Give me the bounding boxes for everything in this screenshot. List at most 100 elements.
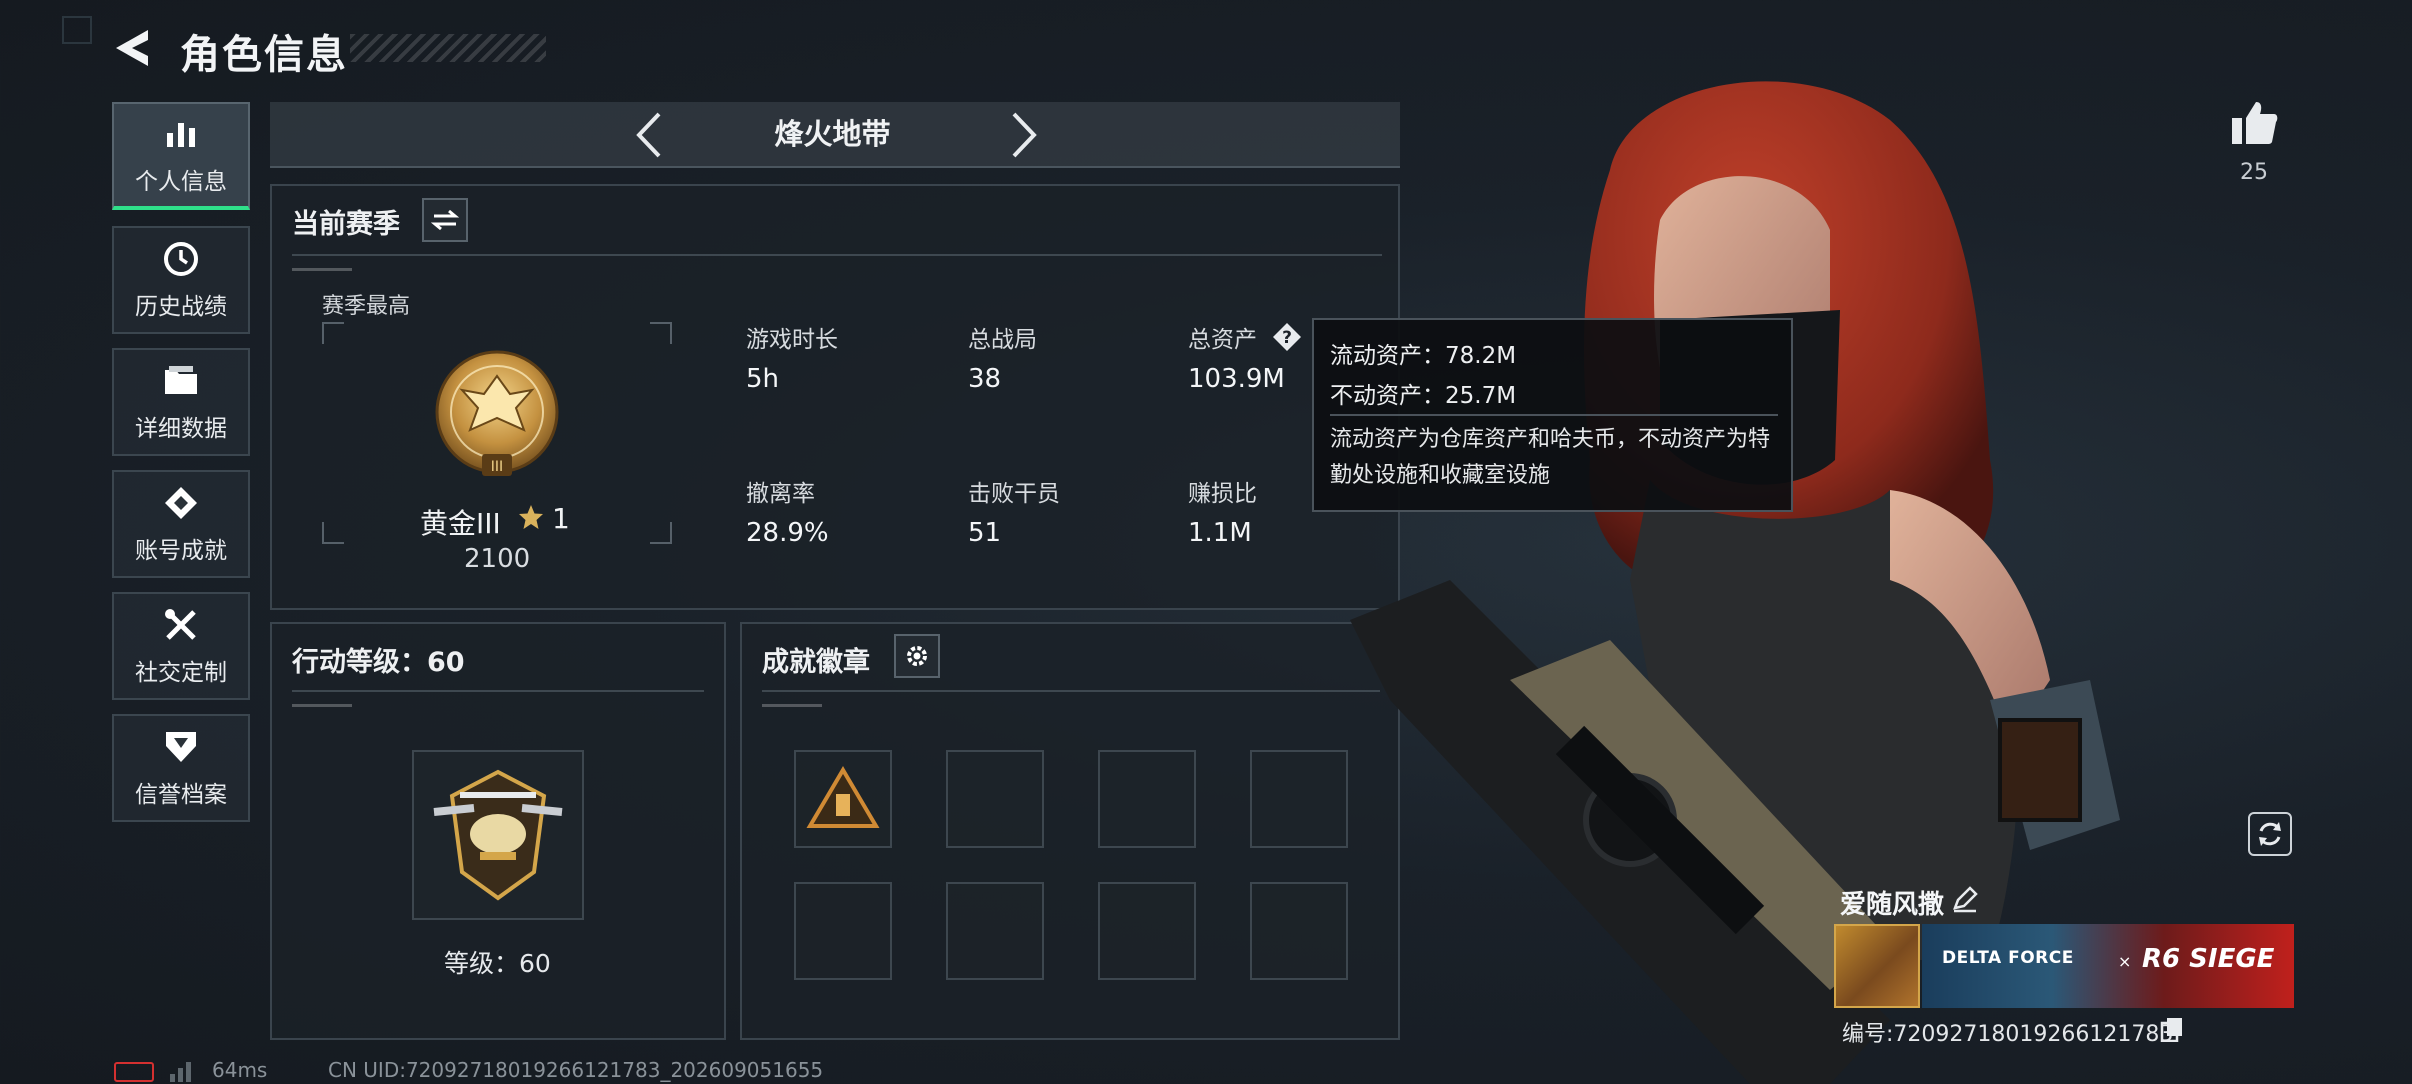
helicopter-emblem-icon (433, 769, 563, 901)
banner-collab-name: R6 SIEGE (2142, 944, 2275, 974)
bar-chart-icon (161, 114, 201, 154)
ping-readout: 64ms (212, 1058, 268, 1082)
achievements-title: 成就徽章 (762, 647, 870, 678)
shield-chevron-icon (161, 727, 201, 767)
sidebar-item-personal-info[interactable]: 个人信息 (112, 102, 250, 210)
badge-settings-button[interactable] (894, 634, 940, 678)
signal-icon (168, 1058, 198, 1082)
badge-slot[interactable] (794, 882, 892, 980)
player-id: 编号:7209271801926612178​3 (1842, 1022, 2174, 1047)
sidebar-item-label: 信誉档案 (135, 782, 227, 808)
stat-label: 总战局 (968, 327, 1037, 353)
swap-arrows-icon (431, 209, 459, 231)
stat-value: 38 (968, 364, 1002, 394)
thumbs-up-icon (2232, 102, 2278, 144)
avatar[interactable] (1834, 924, 1920, 1008)
sidebar-item-social[interactable]: 社交定制 (112, 592, 250, 700)
gear-icon (907, 646, 927, 666)
back-arrow-icon (116, 30, 148, 66)
badge-slot[interactable] (946, 882, 1044, 980)
chevron-left-icon (636, 112, 661, 158)
rank-name: 黄金III (420, 507, 501, 540)
sidebar-item-reputation[interactable]: 信誉档案 (112, 714, 250, 822)
tooltip-liquid-assets: 流动资产：78.2M (1330, 343, 1517, 369)
refresh-icon (2259, 822, 2281, 846)
star-icon (518, 504, 544, 530)
sidebar-item-achievements[interactable]: 账号成就 (112, 470, 250, 578)
like-count: 25 (2240, 160, 2268, 185)
badge-slot[interactable] (1250, 750, 1348, 848)
back-button[interactable] (112, 26, 156, 70)
page-title: 角色信息 (180, 32, 348, 78)
chevron-right-icon (1012, 112, 1037, 158)
sidebar-item-history[interactable]: 历史战绩 (112, 226, 250, 334)
sidebar-item-label: 详细数据 (135, 416, 227, 442)
stat-value: 103.9M (1188, 364, 1285, 394)
level-emblem-frame (412, 750, 584, 920)
cn-uid: CN UID:7209271801926612178​3_20260905165… (328, 1058, 824, 1082)
badge-slot[interactable] (946, 750, 1044, 848)
frame-corner (650, 522, 672, 544)
pyramid-badge-icon (806, 766, 880, 828)
frame-corner (322, 522, 344, 544)
divider (1330, 414, 1778, 416)
banner-collab-separator: × (2118, 952, 2132, 971)
action-level-title: 行动等级：60 (292, 647, 465, 678)
mode-prev-button[interactable] (625, 108, 675, 162)
level-label: 等级：60 (444, 949, 551, 978)
folder-icon (161, 361, 201, 401)
tooltip-description: 流动资产为仓库资产和哈夫币，不动资产为特勤处设施和收藏室设施 (1330, 427, 1771, 488)
copy-icon[interactable] (2160, 1016, 2184, 1043)
battery-icon (114, 1062, 154, 1082)
corner-decoration (62, 16, 92, 44)
badge-slot[interactable] (1250, 882, 1348, 980)
stat-label: 击败干员 (968, 481, 1060, 507)
stat-label: 赚损比 (1188, 481, 1257, 507)
svg-text:III: III (491, 459, 503, 475)
divider (292, 254, 1382, 256)
mode-next-button[interactable] (998, 108, 1048, 162)
divider-accent (292, 268, 352, 271)
sidebar-item-label: 账号成就 (135, 538, 227, 564)
sidebar-item-label: 社交定制 (135, 660, 227, 686)
tools-icon (161, 605, 201, 645)
badge-slot[interactable] (1098, 882, 1196, 980)
rank-score: 2100 (464, 544, 531, 574)
mode-name: 烽火地带 (774, 117, 891, 151)
badge-slot[interactable] (794, 750, 892, 848)
frame-corner (322, 322, 344, 344)
stat-value: 28.9% (746, 518, 829, 548)
assets-tooltip: 流动资产：78.2M 不动资产：25.7M 流动资产为仓库资产和哈夫币，不动资产… (1312, 318, 1793, 512)
achievement-diamond-icon (161, 483, 201, 523)
season-switch-button[interactable] (422, 198, 468, 242)
divider-accent (762, 704, 822, 707)
divider-accent (292, 704, 352, 707)
divider (292, 690, 704, 692)
rank-star-count: 1 (552, 502, 570, 535)
player-name: 爱随风撒 (1840, 890, 1945, 920)
rank-emblem-icon: III (430, 346, 564, 496)
history-clock-icon (161, 239, 201, 279)
sidebar-item-label: 历史战绩 (135, 294, 227, 320)
divider (762, 690, 1380, 692)
frame-corner (650, 322, 672, 344)
badge-slot[interactable] (1098, 750, 1196, 848)
stat-label: 总资产 (1188, 327, 1257, 353)
season-best-label: 赛季最高 (322, 294, 411, 319)
like-button[interactable] (2228, 98, 2280, 148)
stat-value: 51 (968, 518, 1002, 548)
season-title: 当前赛季 (292, 209, 400, 240)
sidebar-item-details[interactable]: 详细数据 (112, 348, 250, 456)
banner-brand: DELTA FORCE (1942, 948, 2074, 968)
svg-text:?: ? (1282, 328, 1292, 348)
edit-pencil-icon[interactable] (1950, 884, 1980, 914)
tooltip-fixed-assets: 不动资产：25.7M (1330, 383, 1517, 409)
title-decoration (350, 34, 546, 62)
stat-label: 游戏时长 (746, 327, 838, 353)
stat-value: 5h (746, 364, 780, 394)
stat-label: 撤离率 (746, 481, 815, 507)
refresh-button[interactable] (2248, 812, 2292, 856)
stat-value: 1.1M (1188, 518, 1252, 548)
sidebar-item-label: 个人信息 (135, 169, 227, 195)
help-question-icon[interactable]: ? (1272, 322, 1302, 352)
